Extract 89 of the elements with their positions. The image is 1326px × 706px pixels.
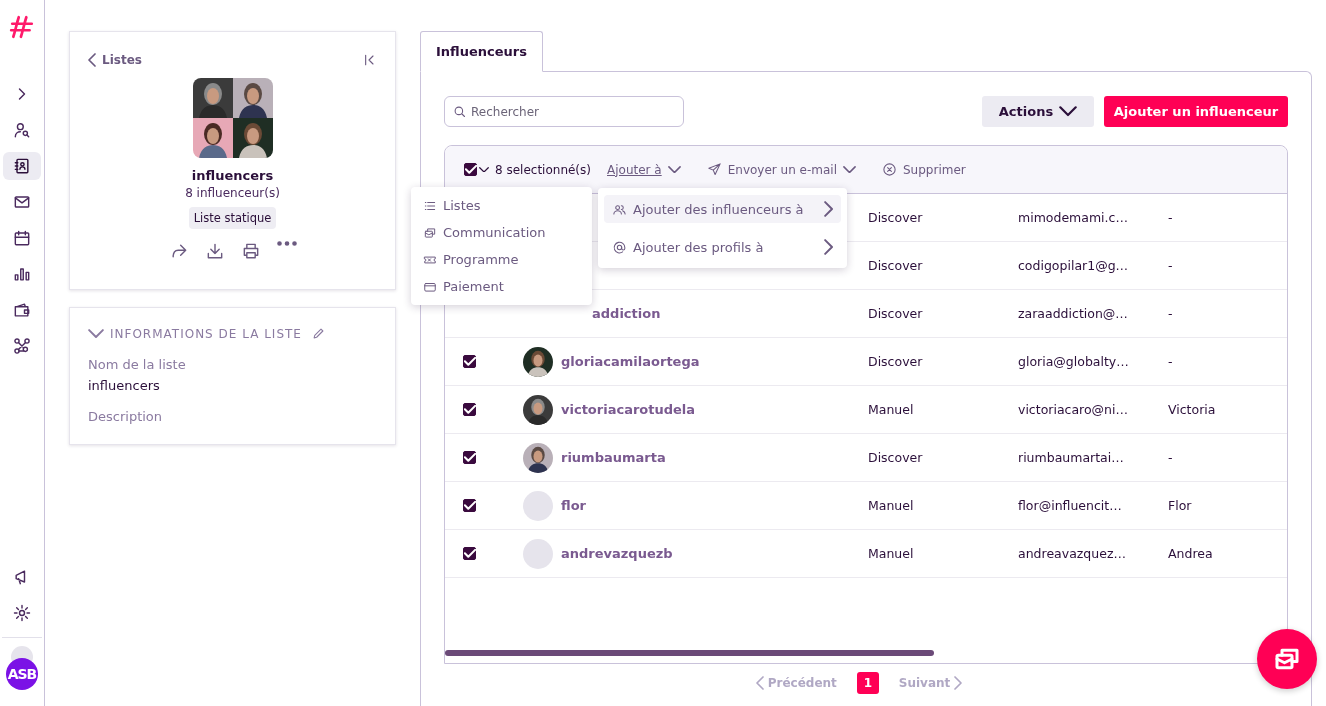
- menu-item[interactable]: Ajouter des profils à: [604, 233, 841, 261]
- table-cell-text: Discover: [868, 258, 924, 273]
- calendar-icon: [12, 228, 32, 248]
- row-checkbox[interactable]: [463, 403, 476, 416]
- sidebar-item[interactable]: [3, 152, 41, 180]
- table-cell-text: Manuel: [868, 546, 915, 561]
- help-button[interactable]: [1257, 629, 1317, 689]
- list-name: influencers: [191, 168, 274, 183]
- field-label: Nom de la liste: [88, 357, 186, 372]
- toolbar-action[interactable]: Ajouter à: [607, 162, 681, 177]
- network-icon: [12, 336, 32, 356]
- check-icon: [464, 165, 477, 174]
- chevron-down-icon: [1059, 106, 1078, 117]
- selected-count: 8 selectionné(s): [495, 162, 591, 177]
- row-checkbox[interactable]: [463, 499, 476, 512]
- more-icon[interactable]: [276, 241, 297, 246]
- menu-item[interactable]: Paiement: [411, 273, 592, 300]
- table-cell-text: -: [1168, 306, 1174, 321]
- chevron-right-icon: [823, 239, 833, 255]
- menu-item[interactable]: Programme: [411, 246, 592, 273]
- back-link[interactable]: Listes: [88, 53, 142, 67]
- scrollbar-thumb[interactable]: [445, 650, 934, 656]
- table-cell-text: -: [1168, 258, 1174, 273]
- chevron-down-icon[interactable]: [479, 166, 489, 173]
- field-value: influencers: [88, 378, 160, 393]
- x-circle-icon: [882, 162, 897, 177]
- table-cell-text: mimodemami.c…: [1018, 210, 1129, 225]
- table-cell-text: Manuel: [868, 498, 915, 513]
- add-influencer-button[interactable]: Ajouter un influenceur: [1104, 96, 1288, 127]
- table-cell-text: Flor: [1168, 498, 1193, 513]
- chevron-right-icon: [954, 676, 963, 690]
- row-checkbox[interactable]: [463, 451, 476, 464]
- table-cell-text: -: [1168, 210, 1174, 225]
- search-icon: [452, 104, 467, 119]
- settings-icon: [12, 603, 32, 623]
- menu-item[interactable]: Ajouter des influenceurs à: [604, 195, 841, 223]
- menu-item[interactable]: Communication: [411, 219, 592, 246]
- toolbar-action[interactable]: Envoyer un e-mail: [706, 162, 856, 177]
- select-all-checkbox[interactable]: [464, 163, 477, 176]
- username[interactable]: flor: [561, 498, 586, 513]
- table-cell-text: Discover: [868, 210, 924, 225]
- list-type-badge: Liste statique: [188, 207, 277, 229]
- table-cell-text: victoriacaro@ni…: [1018, 402, 1129, 417]
- user-search-icon: [12, 120, 32, 140]
- table-cell-text: Discover: [868, 450, 924, 465]
- section-title: INFORMATIONS DE LA LISTE: [110, 326, 302, 341]
- username[interactable]: riumbaumarta: [561, 450, 666, 465]
- chat-icon: [423, 225, 437, 240]
- search-field[interactable]: Rechercher: [444, 96, 684, 127]
- table-cell-text: andreavazquez…: [1018, 546, 1127, 561]
- table-cell-text: Discover: [868, 354, 924, 369]
- table-cell-text: Discover: [868, 306, 924, 321]
- menu-item[interactable]: Listes: [411, 192, 592, 219]
- actions-button[interactable]: Actions: [982, 96, 1094, 127]
- check-icon: [463, 405, 476, 414]
- chevron-right-icon: [823, 201, 833, 217]
- table-cell-text: -: [1168, 354, 1174, 369]
- check-icon: [463, 501, 476, 510]
- wallet-icon: [12, 300, 32, 320]
- table-cell-text: gloria@globalty…: [1018, 354, 1130, 369]
- check-icon: [463, 357, 476, 366]
- table-cell-text: Victoria: [1168, 402, 1217, 417]
- table-cell-text: Andrea: [1168, 546, 1214, 561]
- tab[interactable]: Influenceurs: [420, 31, 543, 72]
- hash-logo-icon[interactable]: [9, 14, 35, 40]
- table-cell-text: riumbaumartai…: [1018, 450, 1125, 465]
- table-cell-text: -: [1168, 450, 1174, 465]
- check-icon: [463, 549, 476, 558]
- chevron-left-icon: [88, 53, 96, 67]
- contacts-book-icon: [12, 156, 32, 176]
- page-number[interactable]: 1: [856, 672, 879, 694]
- username[interactable]: andrevazquezb: [561, 546, 673, 561]
- table-cell-text: zaraaddiction@…: [1018, 306, 1129, 321]
- username[interactable]: gloriacamilaortega: [561, 354, 700, 369]
- chevron-left-icon: [755, 676, 764, 690]
- row-checkbox[interactable]: [463, 547, 476, 560]
- send-icon: [706, 162, 722, 177]
- field-label: Description: [88, 409, 163, 424]
- table-cell-text: codigopilar1@g…: [1018, 258, 1130, 273]
- at-sign-icon: [612, 239, 627, 255]
- user-avatar[interactable]: ASB: [6, 658, 38, 690]
- list-count: 8 influenceur(s): [185, 186, 280, 200]
- row-checkbox[interactable]: [463, 355, 476, 368]
- table-cell-text: Manuel: [868, 402, 915, 417]
- check-icon: [463, 453, 476, 462]
- username[interactable]: victoriacarotudela: [561, 402, 696, 417]
- username[interactable]: addiction: [592, 306, 661, 321]
- toolbar-action[interactable]: Supprimer: [882, 162, 966, 177]
- table-cell-text: flor@influencit…: [1018, 498, 1123, 513]
